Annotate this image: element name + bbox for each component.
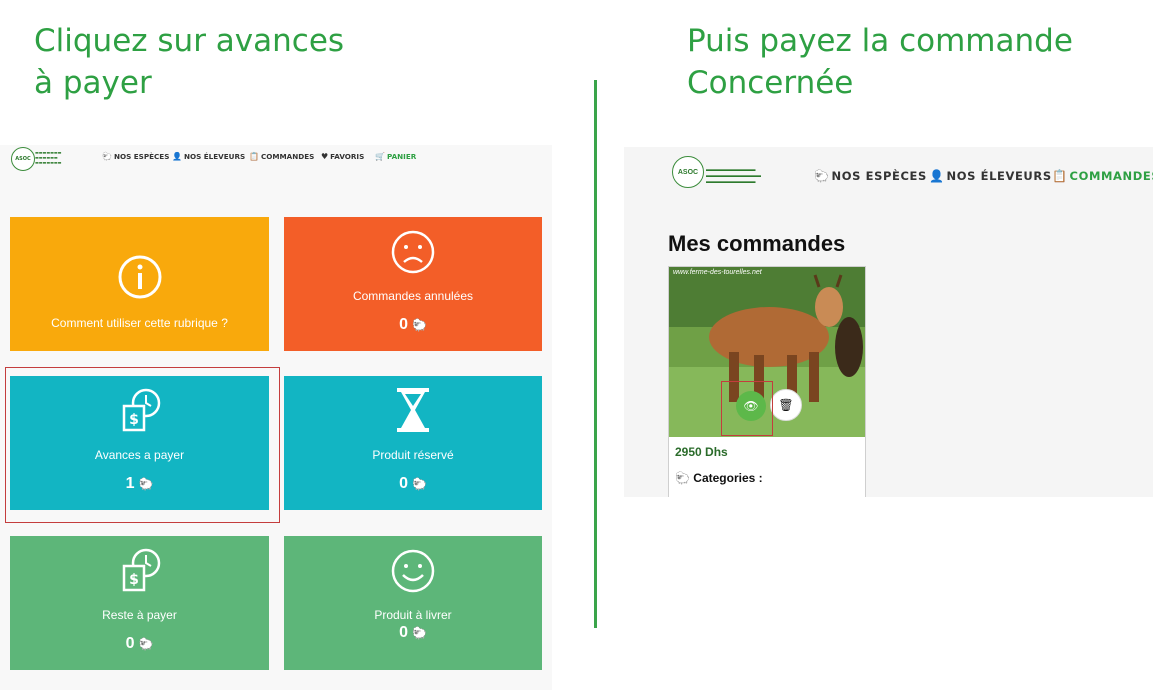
tile-label: Reste à payer bbox=[102, 608, 177, 622]
tile-count: 0 🐑 bbox=[284, 475, 542, 493]
sheep-icon: 🐑 bbox=[411, 477, 427, 491]
svg-text:$: $ bbox=[129, 572, 139, 588]
heart-icon: ♥ bbox=[321, 152, 329, 161]
sad-face-icon bbox=[391, 230, 435, 274]
nav-item-orders[interactable]: 📋 COMMANDES bbox=[249, 152, 314, 161]
sheep-icon: 🐑 bbox=[102, 152, 112, 161]
highlight-view-button bbox=[721, 381, 773, 436]
tile-remaining-to-pay[interactable]: $ Reste à payer 0 🐑 bbox=[10, 536, 269, 670]
sheep-icon: 🐑 bbox=[411, 626, 427, 640]
payment-icon: $ bbox=[122, 548, 160, 592]
nav-item-breeders[interactable]: 👤 NOS ÉLEVEURS bbox=[172, 152, 245, 161]
order-categories: 🐑 Categories : bbox=[675, 471, 763, 485]
vertical-divider bbox=[594, 80, 597, 628]
nav-label: COMMANDES bbox=[1069, 169, 1153, 183]
nav-label: NOS ÉLEVEURS bbox=[183, 152, 246, 161]
tile-label: Produit à livrer bbox=[374, 608, 452, 622]
tile-label: Commandes annulées bbox=[352, 289, 474, 303]
highlight-advances-tile bbox=[5, 367, 280, 523]
left-instruction-line-1: Cliquez sur avances bbox=[34, 23, 345, 59]
cart-icon: 🛒 bbox=[375, 152, 385, 161]
user-icon: 👤 bbox=[172, 152, 182, 161]
association-logo[interactable]: ASOC bbox=[11, 147, 35, 171]
info-icon bbox=[118, 255, 161, 299]
nav-item-favorites[interactable]: ♥ FAVORIS bbox=[321, 152, 364, 161]
clipboard-icon: 📋 bbox=[249, 152, 259, 161]
nav-label: COMMANDES bbox=[260, 152, 315, 161]
tile-label: Comment utiliser cette rubrique ? bbox=[51, 316, 228, 330]
nav-label: NOS ÉLEVEURS bbox=[946, 169, 1052, 183]
right-instruction-line-2: Concernée bbox=[687, 65, 854, 101]
nav-label: PANIER bbox=[386, 152, 417, 161]
tile-count: 0 🐑 bbox=[284, 624, 542, 642]
right-navbar: 🐑 NOS ESPÈCES 👤 NOS ÉLEVEURS 📋 COMMANDES bbox=[624, 165, 1153, 189]
sheep-icon: 🐑 bbox=[814, 169, 830, 183]
right-app-screenshot: ASOC ▬▬▬▬▬▬▬▬▬ ▬▬▬▬▬▬▬▬▬▬ ▬▬▬▬▬▬▬▬▬ 🐑 NOS … bbox=[624, 147, 1153, 497]
nav-item-orders[interactable]: 📋 COMMANDES bbox=[1052, 169, 1153, 183]
nav-item-species[interactable]: 🐑 NOS ESPÈCES bbox=[102, 152, 169, 161]
left-instruction-line-2: à payer bbox=[34, 65, 152, 101]
order-price: 2950 Dhs bbox=[675, 445, 728, 459]
tile-cancelled-orders[interactable]: Commandes annulées 0 🐑 bbox=[284, 217, 542, 351]
right-instruction: Puis payez la commande Concernée bbox=[687, 20, 1073, 104]
image-watermark: www.ferme-des-tourelles.net bbox=[673, 269, 762, 276]
nav-item-cart[interactable]: 🛒 PANIER bbox=[375, 152, 416, 161]
smiley-icon bbox=[391, 549, 435, 593]
count-value: 0 bbox=[399, 475, 408, 492]
clipboard-icon: 📋 bbox=[1052, 169, 1068, 183]
left-instruction: Cliquez sur avances à payer bbox=[34, 20, 344, 104]
tile-count: 0 🐑 bbox=[10, 635, 269, 653]
delete-order-button[interactable]: 🗑 bbox=[770, 389, 802, 421]
left-navbar: ASOC ▬▬▬▬▬▬▬ ▬▬▬▬▬▬ ▬▬▬▬▬▬▬ 🐑 NOS ESPÈCES … bbox=[0, 145, 552, 173]
count-value: 0 bbox=[399, 624, 408, 641]
nav-item-breeders[interactable]: 👤 NOS ÉLEVEURS bbox=[929, 169, 1052, 183]
user-icon: 👤 bbox=[929, 169, 945, 183]
count-value: 0 bbox=[125, 635, 135, 652]
sheep-icon: 🐑 bbox=[138, 637, 154, 651]
sheep-icon: 🐑 bbox=[411, 318, 427, 332]
tile-product-to-deliver[interactable]: Produit à livrer 0 🐑 bbox=[284, 536, 542, 670]
hourglass-icon bbox=[397, 388, 429, 432]
categories-label: Categories : bbox=[693, 471, 763, 485]
count-value: 0 bbox=[399, 316, 408, 333]
logo-caption: ▬▬▬▬▬▬▬ ▬▬▬▬▬▬ ▬▬▬▬▬▬▬ bbox=[35, 150, 62, 165]
logo-text: ASOC bbox=[15, 156, 31, 162]
order-card: www.ferme-des-tourelles.net 👁 🗑 2950 Dhs… bbox=[668, 266, 866, 497]
nav-label: NOS ESPÈCES bbox=[831, 169, 927, 183]
nav-item-species[interactable]: 🐑 NOS ESPÈCES bbox=[814, 169, 927, 183]
right-instruction-line-1: Puis payez la commande bbox=[687, 23, 1073, 59]
nav-label: FAVORIS bbox=[330, 152, 365, 161]
tile-reserved-product[interactable]: Produit réservé 0 🐑 bbox=[284, 376, 542, 510]
tile-count: 0 🐑 bbox=[284, 316, 542, 334]
tile-how-to-use[interactable]: Comment utiliser cette rubrique ? bbox=[10, 217, 269, 351]
page-title: Mes commandes bbox=[668, 231, 846, 256]
sheep-icon: 🐑 bbox=[675, 471, 694, 485]
tile-label: Produit réservé bbox=[372, 448, 454, 462]
nav-label: NOS ESPÈCES bbox=[113, 152, 170, 161]
trash-icon: 🗑 bbox=[778, 398, 794, 412]
